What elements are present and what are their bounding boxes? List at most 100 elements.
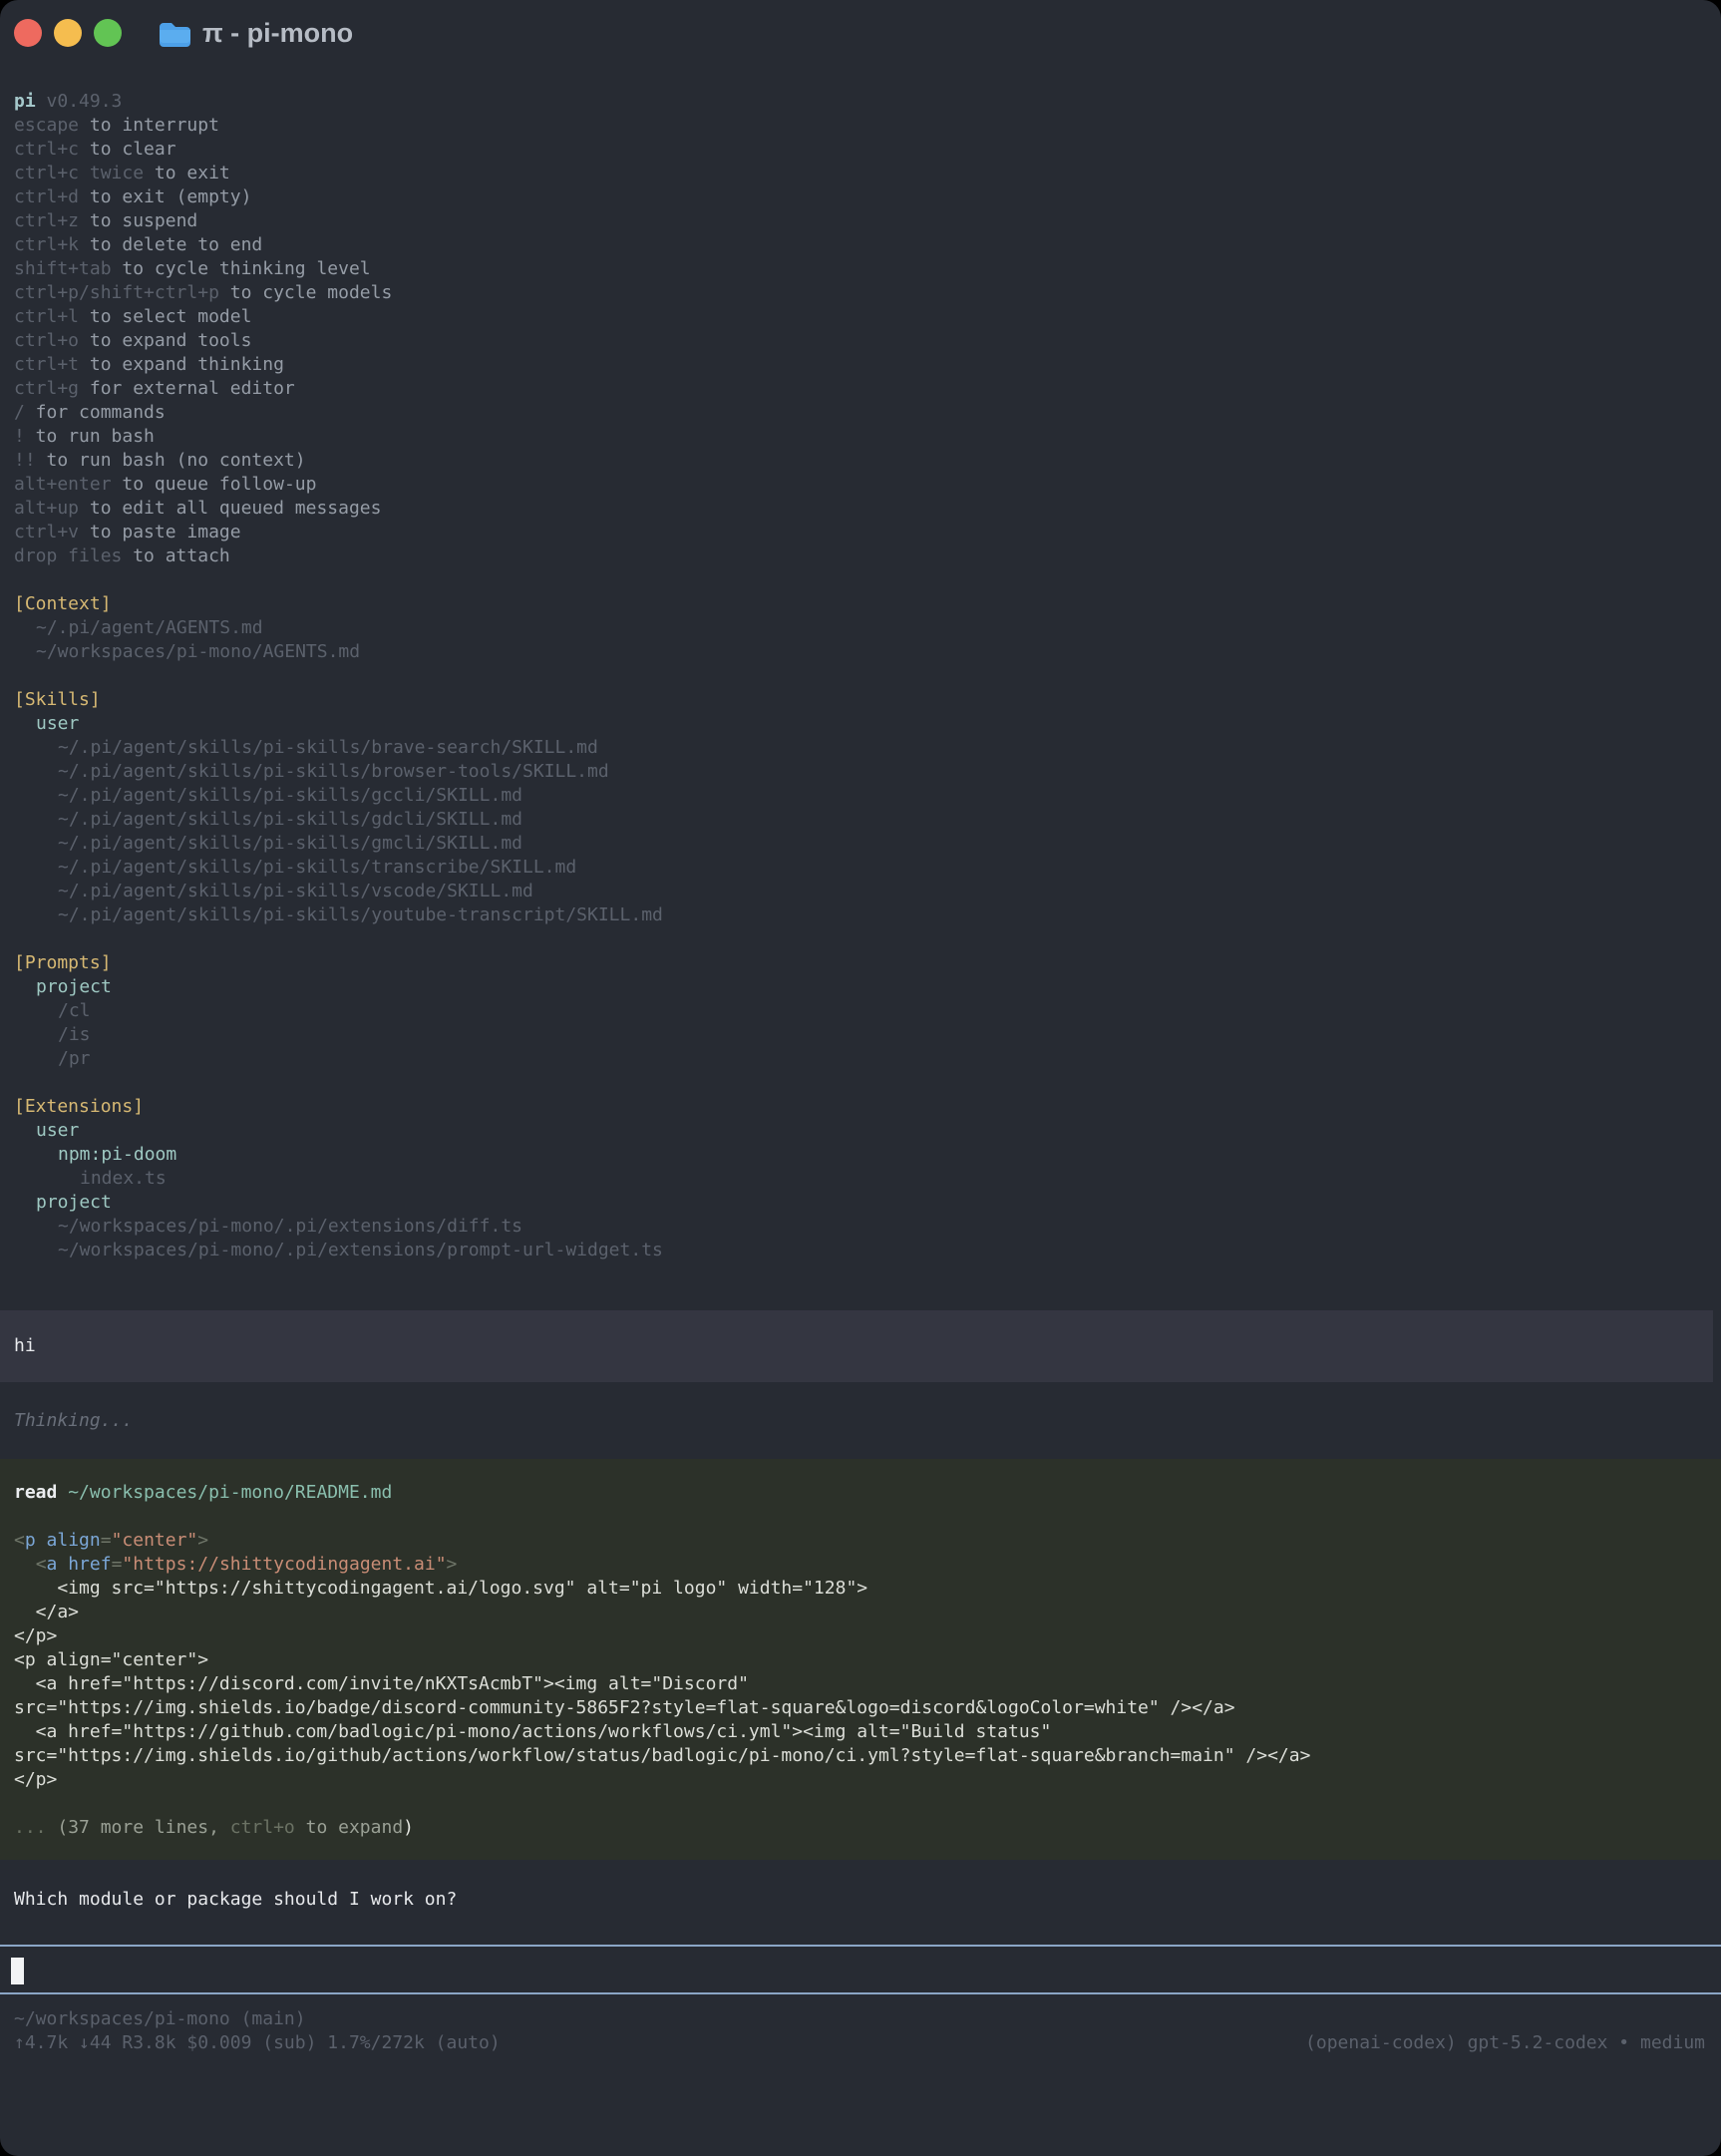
skills-paths: ~/.pi/agent/skills/pi-skills/brave-searc… bbox=[0, 736, 1721, 927]
terminal-content: pi v0.49.3 escape to interruptctrl+c to … bbox=[0, 66, 1721, 2055]
shortcut-description: to run bash (no context) bbox=[36, 450, 306, 471]
code-segment: align bbox=[47, 1530, 101, 1551]
folder-icon bbox=[158, 20, 190, 47]
shortcut-description: to attach bbox=[122, 545, 229, 566]
text-cursor bbox=[11, 1958, 24, 1984]
extensions-npm-file: index.ts bbox=[0, 1167, 1721, 1191]
code-line: </p> bbox=[0, 1624, 1721, 1648]
shortcut-key: escape bbox=[14, 115, 79, 136]
titlebar: π - pi-mono bbox=[0, 0, 1721, 66]
shortcut-line: ctrl+c twice to exit bbox=[0, 162, 1721, 185]
shortcut-description: to interrupt bbox=[79, 115, 219, 136]
skills-scope-label: user bbox=[0, 712, 1721, 736]
path-line: /pr bbox=[0, 1047, 1721, 1071]
code-segment: </a> bbox=[14, 1602, 79, 1622]
code-segment: </p> bbox=[14, 1625, 57, 1646]
shortcut-description: for commands bbox=[25, 402, 166, 423]
code-line: <p align="center"> bbox=[0, 1648, 1721, 1672]
shortcut-line: ctrl+p/shift+ctrl+p to cycle models bbox=[0, 281, 1721, 305]
skills-section-title: [Skills] bbox=[0, 688, 1721, 712]
code-line: </a> bbox=[0, 1601, 1721, 1624]
shortcut-description: to cycle models bbox=[219, 282, 392, 303]
prompts-section-title: [Prompts] bbox=[0, 951, 1721, 975]
shortcut-line: alt+up to edit all queued messages bbox=[0, 497, 1721, 521]
tool-code-output: <p align="center"> <a href="https://shit… bbox=[0, 1529, 1721, 1792]
shortcuts-help: escape to interruptctrl+c to clearctrl+c… bbox=[0, 114, 1721, 568]
path-line: ~/.pi/agent/skills/pi-skills/vscode/SKIL… bbox=[0, 880, 1721, 903]
code-segment: "center" bbox=[112, 1530, 198, 1551]
shortcut-line: !! to run bash (no context) bbox=[0, 449, 1721, 473]
shortcut-description: to cycle thinking level bbox=[112, 258, 371, 279]
extensions-user-scope-label: user bbox=[0, 1119, 1721, 1143]
code-segment: src="https://img.shields.io/github/actio… bbox=[14, 1745, 1310, 1766]
extensions-project-paths: ~/workspaces/pi-mono/.pi/extensions/diff… bbox=[0, 1215, 1721, 1262]
shortcut-line: alt+enter to queue follow-up bbox=[0, 473, 1721, 497]
prompt-input[interactable] bbox=[0, 1945, 1721, 1994]
shortcut-line: ctrl+d to exit (empty) bbox=[0, 185, 1721, 209]
shortcut-key: ctrl+o bbox=[14, 330, 79, 351]
close-window-button[interactable] bbox=[14, 19, 42, 47]
path-line: ~/.pi/agent/skills/pi-skills/gmcli/SKILL… bbox=[0, 832, 1721, 856]
extensions-section-title: [Extensions] bbox=[0, 1095, 1721, 1119]
window-title: π - pi-mono bbox=[202, 21, 353, 45]
shortcut-key: ctrl+v bbox=[14, 522, 79, 542]
shortcut-description: for external editor bbox=[79, 378, 295, 399]
user-message-text: hi bbox=[0, 1334, 1713, 1358]
shortcut-description: to exit (empty) bbox=[79, 186, 251, 207]
prompts-items: /cl/is/pr bbox=[0, 999, 1721, 1071]
shortcut-key: shift+tab bbox=[14, 258, 112, 279]
shortcut-key: ctrl+k bbox=[14, 234, 79, 255]
shortcut-line: ctrl+z to suspend bbox=[0, 209, 1721, 233]
title-group: π - pi-mono bbox=[158, 20, 353, 47]
path-line: /cl bbox=[0, 999, 1721, 1023]
path-line: ~/.pi/agent/skills/pi-skills/gccli/SKILL… bbox=[0, 784, 1721, 808]
code-segment: <p align="center"> bbox=[14, 1649, 208, 1670]
maximize-window-button[interactable] bbox=[94, 19, 122, 47]
model-indicator: (openai-codex) gpt-5.2-codex • medium bbox=[1305, 2031, 1705, 2055]
code-segment bbox=[14, 1554, 36, 1575]
truncation-notice: ... (37 more lines, ctrl+o to expand) bbox=[0, 1816, 1721, 1840]
code-segment: ) bbox=[403, 1817, 414, 1838]
shortcut-line: shift+tab to cycle thinking level bbox=[0, 257, 1721, 281]
shortcut-line: ctrl+l to select model bbox=[0, 305, 1721, 329]
code-segment bbox=[57, 1554, 68, 1575]
shortcut-key: ctrl+c bbox=[14, 139, 79, 160]
traffic-lights bbox=[14, 19, 122, 47]
code-line: src="https://img.shields.io/github/actio… bbox=[0, 1744, 1721, 1768]
token-cost-stats: ↑4.7k ↓44 R3.8k $0.009 (sub) 1.7%/272k (… bbox=[14, 2031, 501, 2055]
tool-call-line: read ~/workspaces/pi-mono/README.md bbox=[0, 1481, 1721, 1505]
path-line: ~/.pi/agent/skills/pi-skills/browser-too… bbox=[0, 760, 1721, 784]
shortcut-description: to edit all queued messages bbox=[79, 498, 381, 519]
path-line: ~/workspaces/pi-mono/AGENTS.md bbox=[0, 640, 1721, 664]
context-paths: ~/.pi/agent/AGENTS.md~/workspaces/pi-mon… bbox=[0, 616, 1721, 664]
shortcut-description: to paste image bbox=[79, 522, 241, 542]
shortcut-key: / bbox=[14, 402, 25, 423]
thinking-indicator: Thinking... bbox=[0, 1409, 1721, 1433]
status-row: ↑4.7k ↓44 R3.8k $0.009 (sub) 1.7%/272k (… bbox=[0, 2031, 1721, 2055]
code-segment: = bbox=[112, 1554, 123, 1575]
tool-name: read bbox=[14, 1482, 57, 1503]
code-segment: a bbox=[47, 1554, 58, 1575]
shortcut-line: escape to interrupt bbox=[0, 114, 1721, 138]
shortcut-line: ctrl+v to paste image bbox=[0, 521, 1721, 544]
code-line: <a href="https://discord.com/invite/nKXT… bbox=[0, 1672, 1721, 1696]
shortcut-line: ctrl+o to expand tools bbox=[0, 329, 1721, 353]
shortcut-description: to select model bbox=[79, 306, 251, 327]
shortcut-line: ctrl+t to expand thinking bbox=[0, 353, 1721, 377]
tool-arg: ~/workspaces/pi-mono/README.md bbox=[68, 1482, 392, 1503]
code-segment: = bbox=[101, 1530, 112, 1551]
shortcut-key: !! bbox=[14, 450, 36, 471]
minimize-window-button[interactable] bbox=[54, 19, 82, 47]
shortcut-description: to expand thinking bbox=[79, 354, 284, 375]
path-line: ~/.pi/agent/skills/pi-skills/brave-searc… bbox=[0, 736, 1721, 760]
shortcut-line: ! to run bash bbox=[0, 425, 1721, 449]
code-line: <a href="https://github.com/badlogic/pi-… bbox=[0, 1720, 1721, 1744]
path-line: ~/workspaces/pi-mono/.pi/extensions/prom… bbox=[0, 1239, 1721, 1262]
code-segment: "https://shittycodingagent.ai" bbox=[122, 1554, 446, 1575]
code-segment: to expand bbox=[295, 1817, 403, 1838]
shortcut-key: ctrl+c twice bbox=[14, 163, 144, 183]
code-segment: <img src="https://shittycodingagent.ai/l… bbox=[14, 1578, 867, 1599]
path-line: ~/workspaces/pi-mono/.pi/extensions/diff… bbox=[0, 1215, 1721, 1239]
code-segment: src="https://img.shields.io/badge/discor… bbox=[14, 1697, 1235, 1718]
terminal-window: π - pi-mono pi v0.49.3 escape to interru… bbox=[0, 0, 1721, 2156]
